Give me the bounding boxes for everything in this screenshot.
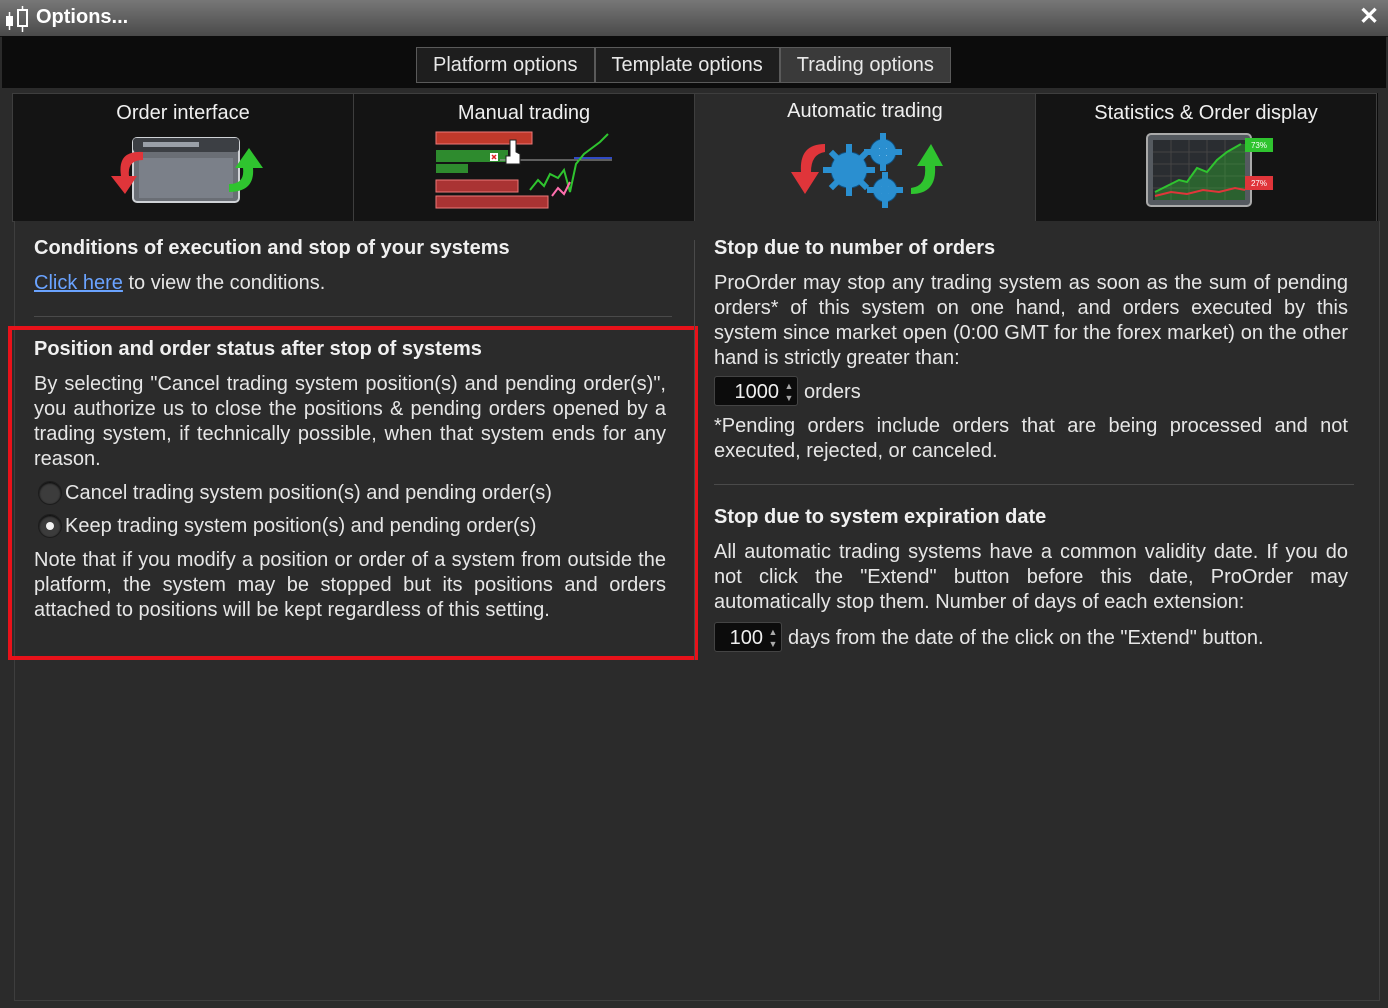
divider xyxy=(34,316,672,317)
position-status-heading: Position and order status after stop of … xyxy=(34,338,482,360)
stats-down-pct: 27% xyxy=(1251,179,1267,188)
extension-days-suffix: days from the date of the click on the "… xyxy=(788,627,1264,649)
click-here-link[interactable]: Click here xyxy=(34,272,123,294)
order-window-icon xyxy=(111,137,263,203)
close-icon[interactable]: ✕ xyxy=(1356,4,1382,30)
subtab-statistics-order-display[interactable]: Statistics & Order display 73% 27% xyxy=(1035,93,1377,222)
options-window: Options... ✕ Platform options Template o… xyxy=(0,0,1388,1008)
candlestick-app-icon xyxy=(6,6,28,32)
cancel-positions-radio[interactable] xyxy=(38,481,62,505)
tab-template-options[interactable]: Template options xyxy=(594,47,780,83)
statistics-chart-icon: 73% 27% xyxy=(1146,133,1273,207)
top-tabs: Platform options Template options Tradin… xyxy=(416,47,951,83)
expiration-description: All automatic trading systems have a com… xyxy=(714,541,1348,613)
column-divider xyxy=(694,240,695,660)
subtab-label: Statistics & Order display xyxy=(1094,102,1318,124)
keep-positions-radio[interactable] xyxy=(38,514,62,538)
subtab-label: Automatic trading xyxy=(787,100,943,122)
conditions-line: Click here to view the conditions. xyxy=(34,271,325,296)
subtab-label: Order interface xyxy=(116,102,250,124)
subtab-manual-trading[interactable]: Manual trading xyxy=(353,93,695,222)
orders-stop-heading: Stop due to number of orders xyxy=(714,237,996,259)
tab-platform-options[interactable]: Platform options xyxy=(416,47,595,83)
extension-days-spin-icon[interactable]: ▲ ▼ xyxy=(767,626,779,650)
orders-stop-description: ProOrder may stop any trading system as … xyxy=(714,272,1348,369)
orders-unit-label: orders xyxy=(804,381,861,403)
max-orders-input[interactable]: 1000 ▲ ▼ xyxy=(714,376,798,406)
max-orders-spin-icon[interactable]: ▲ ▼ xyxy=(783,380,795,404)
expiration-heading: Stop due to system expiration date xyxy=(714,506,1047,528)
max-orders-value: 1000 xyxy=(734,381,780,403)
extension-days-value: 100 xyxy=(729,627,763,649)
extension-days-input[interactable]: 100 ▲ ▼ xyxy=(714,622,782,652)
position-status-note: Note that if you modify a position or or… xyxy=(34,549,666,621)
divider xyxy=(714,484,1354,485)
subtab-order-interface[interactable]: Order interface xyxy=(12,93,354,222)
window-title: Options... xyxy=(36,6,129,28)
sub-tab-bar: Order interface Manual trading Automatic… xyxy=(12,93,1378,222)
tab-trading-options[interactable]: Trading options xyxy=(779,47,951,83)
subtab-label: Manual trading xyxy=(457,102,591,124)
cancel-positions-label[interactable]: Cancel trading system position(s) and pe… xyxy=(65,481,552,506)
conditions-link-suffix: to view the conditions. xyxy=(128,272,326,294)
gears-icon xyxy=(791,133,943,208)
keep-positions-label[interactable]: Keep trading system position(s) and pend… xyxy=(65,514,536,539)
title-bar[interactable]: Options... ✕ xyxy=(0,0,1388,37)
stats-up-pct: 73% xyxy=(1251,141,1267,150)
position-status-description: By selecting "Cancel trading system posi… xyxy=(34,373,666,470)
conditions-heading: Conditions of execution and stop of your… xyxy=(34,237,510,259)
manual-trading-icon xyxy=(435,131,612,209)
subtab-automatic-trading[interactable]: Automatic trading xyxy=(694,93,1036,222)
orders-stop-footnote: *Pending orders include orders that are … xyxy=(714,415,1348,462)
